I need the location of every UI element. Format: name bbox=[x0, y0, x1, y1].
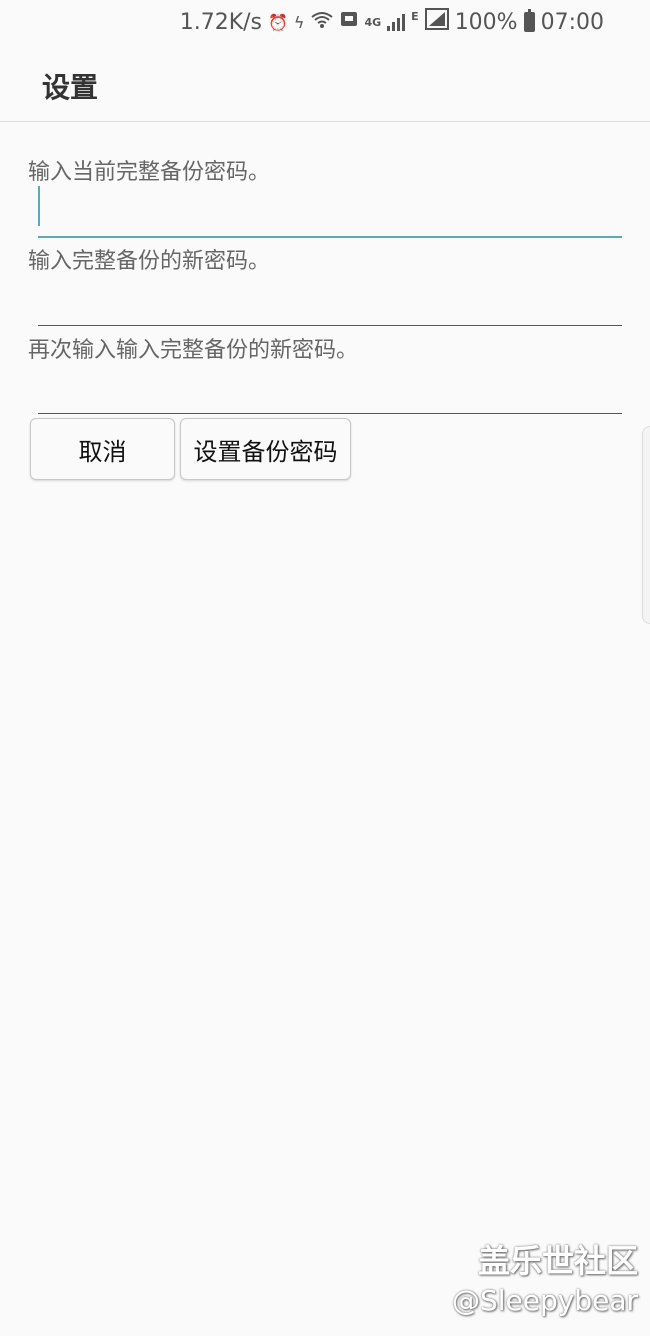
app-bar: 设置 bbox=[0, 44, 650, 122]
network-e-label: E bbox=[411, 10, 419, 23]
new-password-input[interactable] bbox=[38, 286, 622, 326]
watermark-site: 盖乐世社区 bbox=[477, 1242, 638, 1280]
cancel-button[interactable]: 取消 bbox=[30, 418, 175, 480]
battery-percent: 100% bbox=[454, 9, 518, 35]
message-icon bbox=[340, 11, 358, 33]
wifi-icon bbox=[310, 11, 334, 33]
clock: 07:00 bbox=[540, 9, 604, 35]
confirm-password-label: 再次输入输入完整备份的新密码。 bbox=[28, 338, 359, 363]
alarm-icon: ⏰ bbox=[268, 12, 288, 32]
net-speed: 1.72K/s bbox=[179, 9, 262, 35]
network-4g-label: 4G bbox=[364, 15, 382, 29]
flash-icon: ϟ bbox=[293, 12, 305, 32]
confirm-password-input[interactable] bbox=[38, 374, 622, 414]
page-title: 设置 bbox=[42, 71, 99, 104]
watermark-user: @Sleepybear bbox=[451, 1284, 638, 1317]
status-bar: 1.72K/s ⏰ ϟ 4G E 100% 07:00 bbox=[0, 0, 650, 44]
current-password-label: 输入当前完整备份密码。 bbox=[28, 160, 271, 185]
battery-icon bbox=[523, 9, 535, 32]
current-password-input[interactable] bbox=[38, 198, 622, 238]
text-cursor bbox=[38, 186, 40, 226]
set-backup-password-button[interactable]: 设置备份密码 bbox=[180, 418, 351, 480]
signal-icon bbox=[387, 13, 406, 31]
signal-icon bbox=[424, 8, 449, 36]
new-password-label: 输入完整备份的新密码。 bbox=[28, 249, 271, 274]
edge-panel-handle[interactable] bbox=[642, 426, 650, 624]
